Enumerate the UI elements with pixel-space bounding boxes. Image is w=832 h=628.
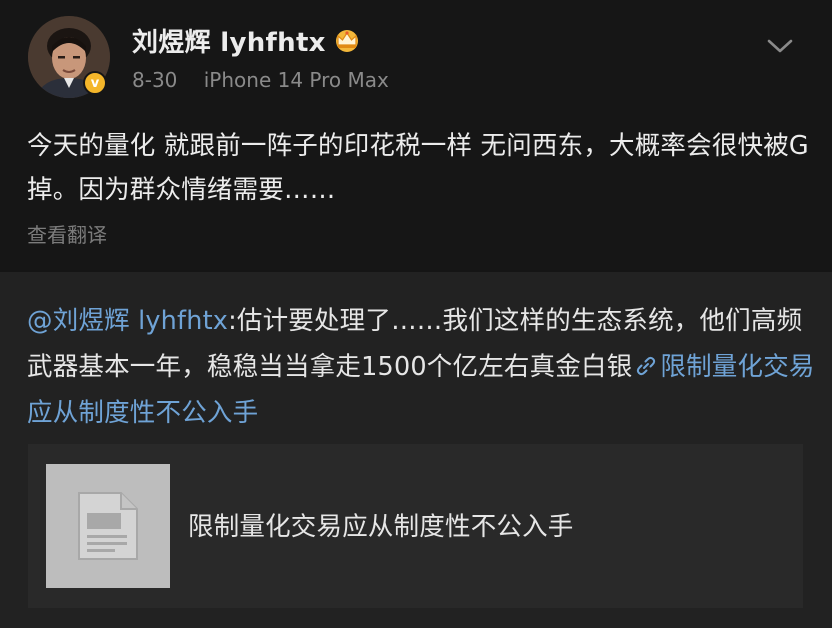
document-placeholder-icon [78,492,138,560]
card-title: 限制量化交易应从制度性不公入手 [188,512,574,542]
link-card[interactable]: 限制量化交易应从制度性不公入手 [28,444,803,608]
card-thumbnail [46,464,170,588]
username-row: 刘煜辉 lyhfhtx [132,20,362,60]
username[interactable]: 刘煜辉 lyhfhtx [132,22,326,59]
crown-icon[interactable] [332,27,362,53]
repost-container[interactable]: @刘煜辉 lyhfhtx:估计要处理了……我们这样的生态系统，他们高频武器基本一… [0,272,832,628]
link-icon [637,356,656,376]
repost-mention[interactable]: @刘煜辉 lyhfhtx [27,306,228,336]
post-device: iPhone 14 Pro Max [203,68,389,92]
post-meta: 8-30 iPhone 14 Pro Max [132,68,389,92]
post-content: 今天的量化 就跟前一阵子的印花税一样 无问西东，大概率会很快被G掉。因为群众情绪… [27,131,809,205]
chevron-down-icon[interactable] [766,36,794,56]
repost-text: @刘煜辉 lyhfhtx:估计要处理了……我们这样的生态系统，他们高频武器基本一… [27,298,817,436]
weibo-post: v 刘煜辉 lyhfhtx 8-30 iPhone 14 Pro Max 今天的… [0,0,832,270]
post-date: 8-30 [132,68,178,92]
verified-v-icon: v [83,71,107,95]
view-translation-link[interactable]: 查看翻译 [27,219,107,248]
